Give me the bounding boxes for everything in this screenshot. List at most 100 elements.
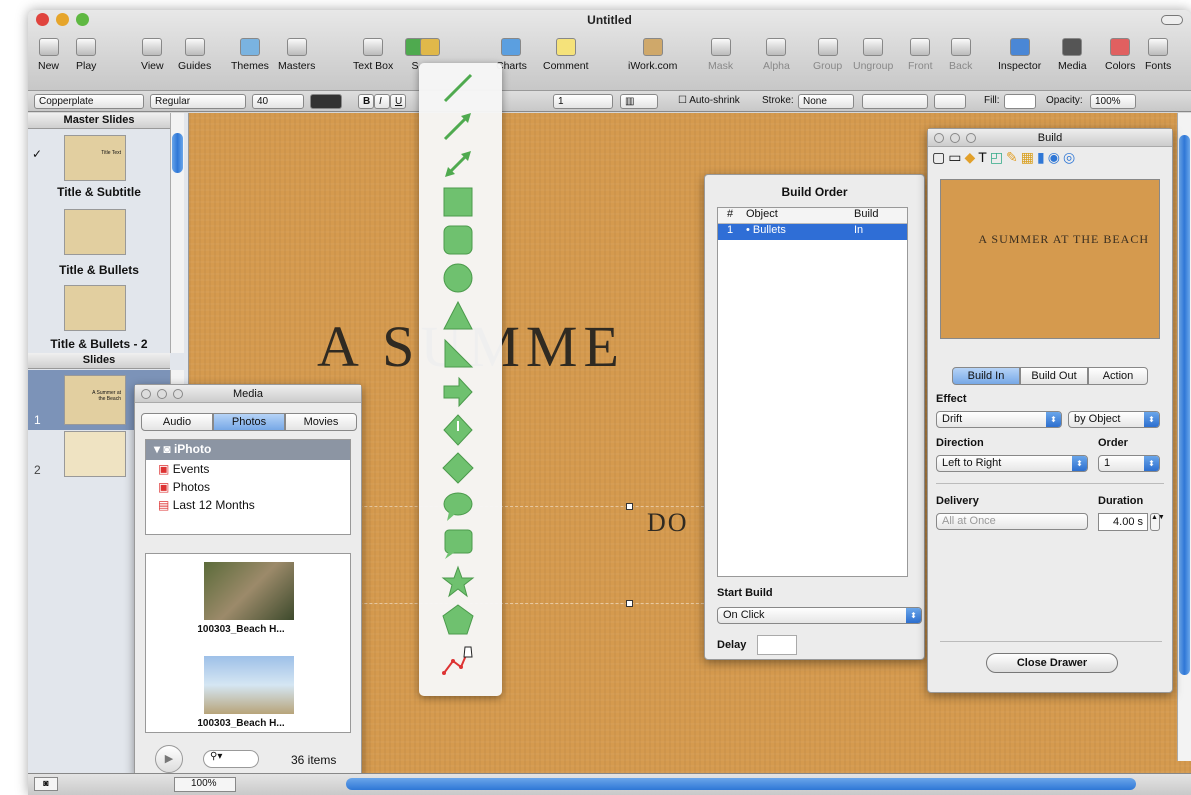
photo-thumbnail[interactable] [204,562,294,620]
slide-thumb-2[interactable] [64,431,126,477]
duration-field[interactable]: 4.00 s [1098,513,1148,531]
font-size-select[interactable]: 40 [252,94,304,109]
selection-handle[interactable] [626,600,633,607]
toolbar-colors-button[interactable]: Colors [1105,38,1135,72]
toolbar-mask-button[interactable]: Mask [708,38,733,72]
graphic-inspector-icon[interactable]: ◰ [990,149,1003,171]
speech-bubble-shape-icon[interactable] [441,489,475,523]
toolbar-new-button[interactable]: New [38,38,59,72]
source-iphoto[interactable]: ▾ ◙ iPhoto [146,440,350,460]
toolbar-front-button[interactable]: Front [908,38,933,72]
zoom-select[interactable]: 100% [174,777,236,792]
double-arrow-shape-icon[interactable] [441,147,475,181]
stroke-color-well[interactable] [934,94,966,109]
line-spacing-select[interactable]: 1 [553,94,613,109]
slide-thumb-1[interactable]: A Summer at the Beach [64,375,126,425]
zoom-icon[interactable] [966,133,976,143]
toolbar-alpha-button[interactable]: Alpha [763,38,790,72]
font-style-select[interactable]: Regular [150,94,246,109]
build-inspector-icon[interactable]: ◆ [964,149,975,171]
scroll-thumb[interactable] [172,133,183,173]
hyperlink-inspector-icon[interactable]: ◉ [1048,149,1060,171]
table-row[interactable]: 1 • Bullets In [718,224,907,240]
start-build-select[interactable]: On Click ⬍ [717,607,922,624]
italic-button[interactable]: I [374,94,390,109]
close-drawer-button[interactable]: Close Drawer [986,653,1118,673]
tab-audio[interactable]: Audio [141,413,213,431]
play-icon[interactable]: ▶ [155,745,183,773]
arrow-shape-icon[interactable] [441,375,475,409]
duration-stepper[interactable]: ▲▼ [1150,513,1165,531]
photo-thumbnail[interactable] [204,656,294,714]
master-thumb-title-bullets-2[interactable] [64,285,126,331]
slide-subtitle[interactable]: DO [647,508,689,538]
toolbar-table-button[interactable] [420,38,440,60]
stroke-width-select[interactable] [862,94,928,109]
toolbar-fonts-button[interactable]: Fonts [1145,38,1171,72]
tab-movies[interactable]: Movies [285,413,357,431]
toolbar-group-button[interactable]: Group [813,38,842,72]
master-thumb-title-subtitle[interactable]: Title Text [64,135,126,181]
source-photos[interactable]: ▣ Photos [146,478,350,496]
opacity-field[interactable]: 100% [1090,94,1136,109]
text-color-well[interactable] [310,94,342,109]
table-inspector-icon[interactable]: ▦ [1021,149,1034,171]
diamond-shape-icon[interactable] [441,451,475,485]
toolbar-themes-button[interactable]: Themes [231,38,269,72]
master-scrollbar[interactable] [170,113,184,353]
order-select[interactable]: 1 ⬍ [1098,455,1160,472]
toolbar-media-button[interactable]: Media [1058,38,1087,72]
chart-inspector-icon[interactable]: ▮ [1037,149,1045,171]
delivery-select[interactable]: All at Once [936,513,1088,530]
zoom-icon[interactable] [173,389,183,399]
columns-select[interactable]: ▥ [620,94,658,109]
toolbar-view-button[interactable]: View [141,38,164,72]
document-inspector-icon[interactable]: ▢ [932,149,945,171]
minimize-icon[interactable] [157,389,167,399]
toolbar-toggle-button[interactable] [1161,15,1183,25]
delay-field[interactable] [757,635,797,655]
double-arrow-block-shape-icon[interactable] [441,413,475,447]
fill-color-well[interactable] [1004,94,1036,109]
autoshrink-checkbox[interactable]: ☐ Auto-shrink [674,94,752,109]
close-icon[interactable] [141,389,151,399]
pen-tool-icon[interactable] [441,643,475,677]
metrics-inspector-icon[interactable]: ✎ [1006,149,1018,171]
toolbar-play-button[interactable]: Play [76,38,96,72]
close-icon[interactable] [934,133,944,143]
toolbar-back-button[interactable]: Back [949,38,972,72]
source-events[interactable]: ▣ Events [146,460,350,478]
arrow-line-shape-icon[interactable] [441,109,475,143]
line-shape-icon[interactable] [441,71,475,105]
rectangle-shape-icon[interactable] [441,185,475,219]
toolbar-masters-button[interactable]: Masters [278,38,315,72]
toolbar-inspector-button[interactable]: Inspector [998,38,1041,72]
underline-button[interactable]: U [390,94,406,109]
scroll-thumb[interactable] [1179,135,1190,675]
stroke-select[interactable]: None [798,94,854,109]
tab-action[interactable]: Action [1088,367,1148,385]
toolbar-text-box-button[interactable]: Text Box [353,38,393,72]
right-triangle-shape-icon[interactable] [441,337,475,371]
toolbar-ungroup-button[interactable]: Ungroup [853,38,893,72]
search-field[interactable]: ⚲▾ [203,750,259,768]
horizontal-scrollbar[interactable] [346,778,1136,790]
rounded-rect-shape-icon[interactable] [441,223,475,257]
text-inspector-icon[interactable]: T [978,149,987,171]
circle-shape-icon[interactable] [441,261,475,295]
tab-photos[interactable]: Photos [213,413,285,431]
effect-scope-select[interactable]: by Object ⬍ [1068,411,1160,428]
pentagon-shape-icon[interactable] [441,603,475,637]
effect-select[interactable]: Drift ⬍ [936,411,1062,428]
master-thumb-title-bullets[interactable] [64,209,126,255]
minimize-icon[interactable] [950,133,960,143]
toolbar-guides-button[interactable]: Guides [178,38,211,72]
source-last-12-months[interactable]: ▤ Last 12 Months [146,496,350,514]
canvas-scrollbar[interactable] [1177,113,1191,761]
selection-handle[interactable] [626,503,633,510]
tab-build-in[interactable]: Build In [952,367,1020,385]
toolbar-comment-button[interactable]: Comment [543,38,589,72]
direction-select[interactable]: Left to Right ⬍ [936,455,1088,472]
toolbar-iwork-com-button[interactable]: iWork.com [628,38,677,72]
triangle-shape-icon[interactable] [441,299,475,333]
